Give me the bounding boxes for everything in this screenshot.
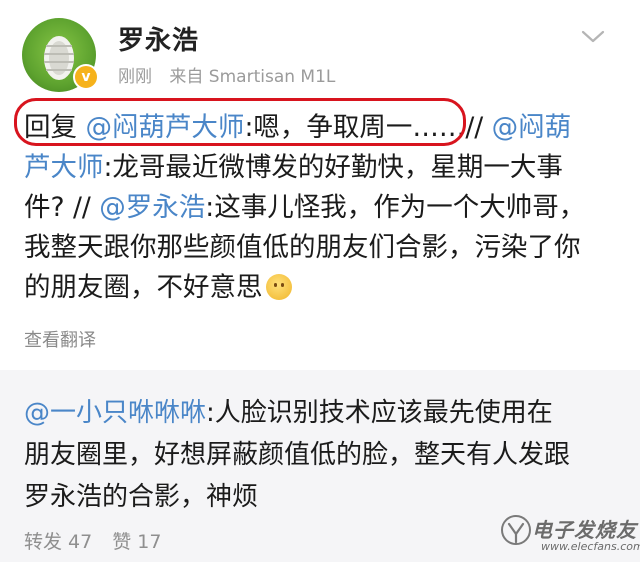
mention-link[interactable]: @罗永浩	[99, 192, 205, 223]
post-time: 刚刚	[118, 67, 152, 87]
username[interactable]: 罗永浩	[118, 20, 199, 57]
repost-line: 朋友圈里，好想屏蔽颜值低的脸，整天有人发跟	[24, 440, 571, 470]
watermark-url: www.elecfans.com	[541, 540, 640, 553]
mention-link[interactable]: @一小只咻咻咻	[24, 398, 206, 428]
post-text: :龙哥最近微博发的好勤快，星期一大事	[103, 152, 563, 183]
repost-stats: 转发 47 赞 17	[24, 527, 175, 554]
repost-text: :人脸识别技术应该最先使用在	[206, 398, 553, 428]
emoji-icon	[265, 274, 292, 300]
translate-link[interactable]: 查看翻译	[24, 326, 96, 352]
watermark-text: 电子发烧友	[532, 518, 637, 542]
forward-count[interactable]: 转发 47	[24, 531, 92, 553]
mention-link[interactable]: @闷葫	[492, 112, 572, 143]
repost-body: @一小只咻咻咻:人脸识别技术应该最先使用在 朋友圈里，好想屏蔽颜值低的脸，整天有…	[24, 392, 614, 518]
post-meta: 刚刚 来自 Smartisan M1L	[118, 62, 347, 87]
post-text: 件? //	[24, 192, 100, 223]
post-line: 芦大师:龙哥最近微博发的好勤快，星期一大事	[24, 148, 614, 188]
post-text: 的朋友圈，不好意思	[24, 272, 263, 303]
post-line: 我整天跟你那些颜值低的朋友们合影，污染了你	[24, 232, 581, 263]
verified-badge-icon: v	[73, 64, 99, 90]
post-text: :这事儿怪我，作为一个大帅哥，	[205, 192, 586, 223]
post-header: v 罗永浩 刚刚 来自 Smartisan M1L	[0, 0, 640, 100]
post-line: 件? // @罗永浩:这事儿怪我，作为一个大帅哥，	[24, 188, 614, 228]
highlight-ring	[14, 98, 466, 146]
mention-link[interactable]: 芦大师	[24, 152, 104, 183]
post-line: 的朋友圈，不好意思	[24, 268, 614, 308]
chevron-down-icon[interactable]	[580, 28, 606, 46]
repost-line: @一小只咻咻咻:人脸识别技术应该最先使用在	[24, 392, 614, 434]
post-source: 来自 Smartisan M1L	[169, 67, 336, 87]
like-count[interactable]: 赞 17	[112, 531, 161, 553]
